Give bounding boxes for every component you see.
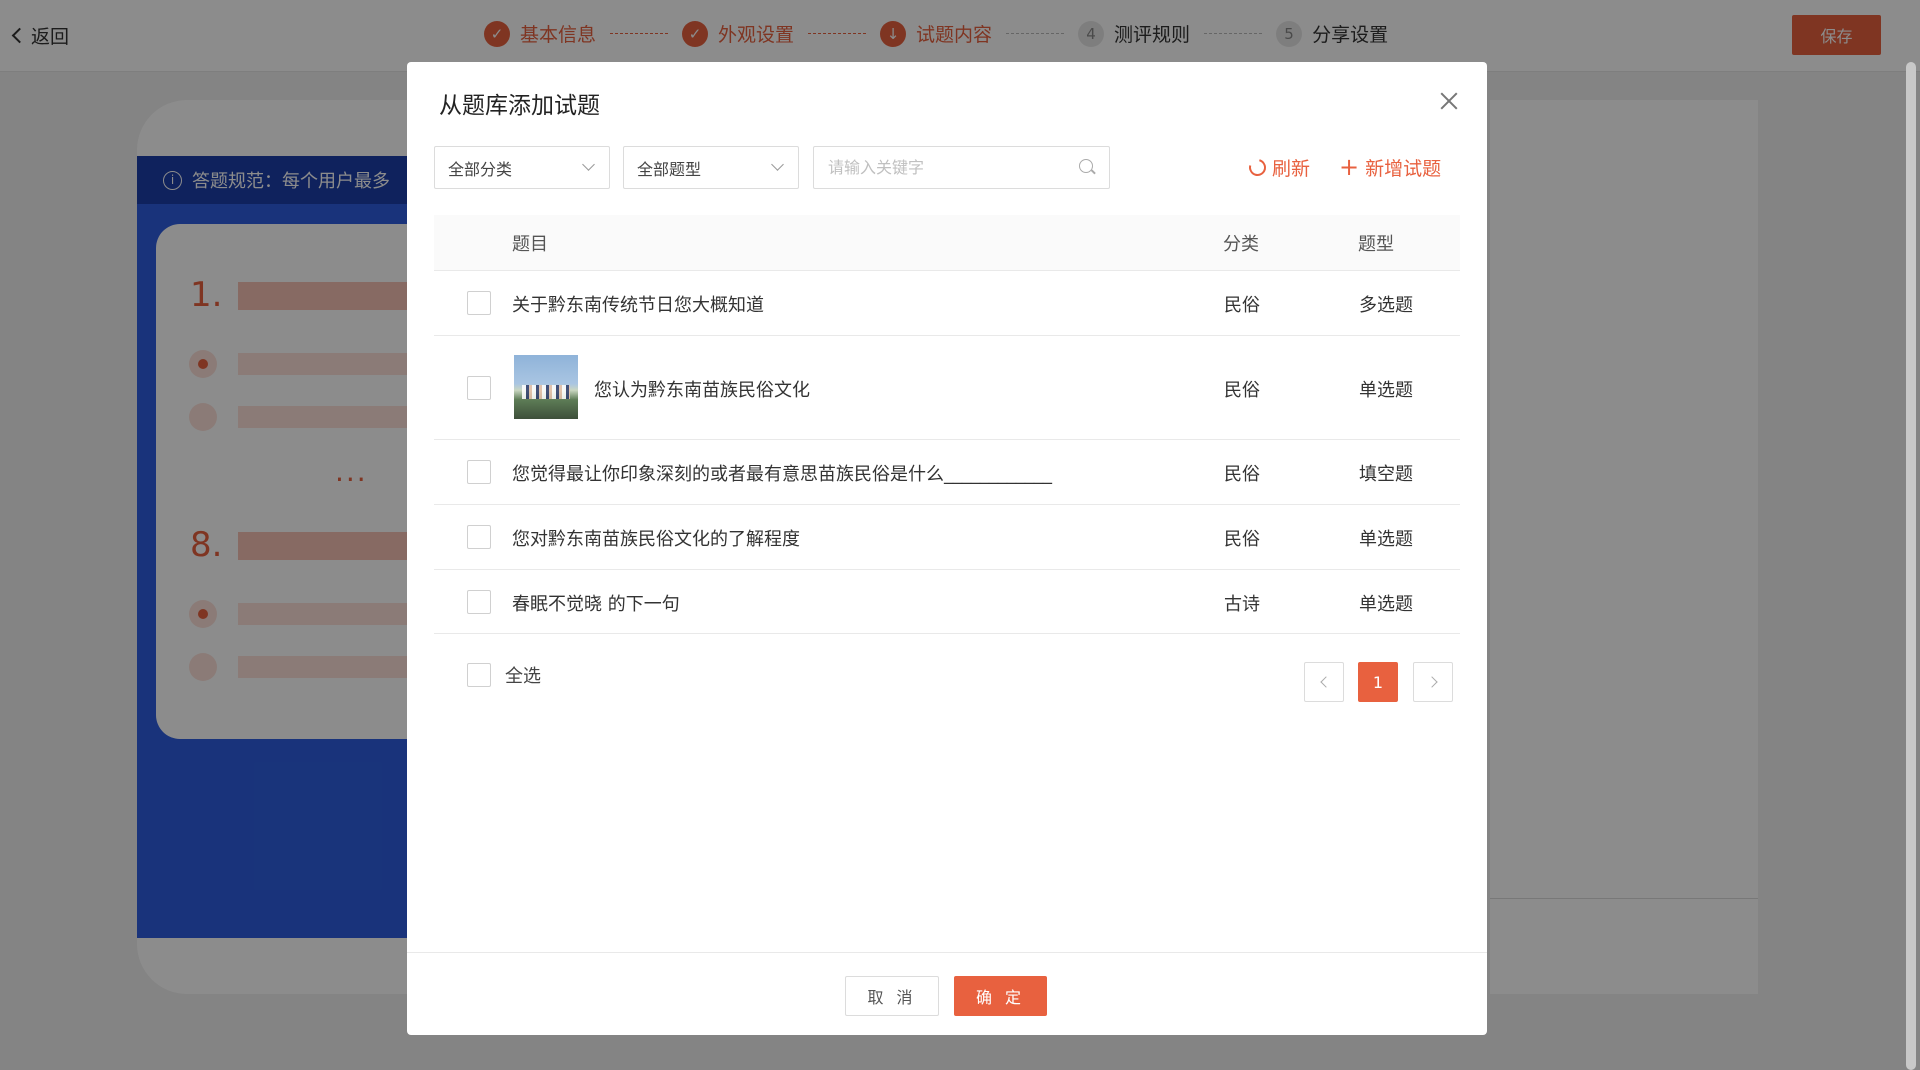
question-image (514, 355, 578, 419)
chevron-right-icon (1425, 676, 1438, 688)
question-title: 关于黔东南传统节日您大概知道 (512, 295, 764, 316)
table-row[interactable]: 关于黔东南传统节日您大概知道 民俗 多选题 (434, 271, 1460, 336)
chevron-left-icon (1319, 676, 1332, 688)
row-checkbox[interactable] (467, 291, 491, 315)
cancel-button[interactable]: 取 消 (845, 976, 939, 1016)
page-number-button[interactable]: 1 (1358, 662, 1398, 702)
table-row[interactable]: 您对黔东南苗族民俗文化的了解程度 民俗 单选题 (434, 505, 1460, 570)
row-checkbox[interactable] (467, 460, 491, 484)
select-all[interactable]: 全选 (467, 662, 541, 688)
confirm-button[interactable]: 确 定 (954, 976, 1047, 1016)
table-row[interactable]: 您觉得最让你印象深刻的或者最有意思苗族民俗是什么____________ 民俗 … (434, 440, 1460, 505)
page-scrollbar[interactable] (1906, 62, 1916, 1070)
question-title: 您认为黔东南苗族民俗文化 (594, 380, 810, 401)
select-value: 全部题型 (637, 159, 702, 179)
header-title: 题目 (512, 234, 548, 255)
next-page-button[interactable] (1413, 662, 1453, 702)
table-row[interactable]: 春眠不觉晓 的下一句 古诗 单选题 (434, 570, 1460, 634)
add-label: 新增试题 (1365, 158, 1442, 180)
question-category: 民俗 (1224, 380, 1260, 401)
question-title: 您对黔东南苗族民俗文化的了解程度 (512, 529, 800, 550)
question-title: 您觉得最让你印象深刻的或者最有意思苗族民俗是什么____________ (512, 464, 1052, 485)
question-type: 单选题 (1359, 529, 1413, 550)
dialog-footer: 取 消 确 定 (407, 952, 1487, 1035)
question-type: 单选题 (1359, 594, 1413, 615)
search-input[interactable] (813, 146, 1110, 189)
question-title: 春眠不觉晓 的下一句 (512, 594, 680, 615)
question-category: 民俗 (1224, 529, 1260, 550)
add-question-button[interactable]: + 新增试题 (1339, 154, 1441, 181)
refresh-button[interactable]: 刷新 (1245, 154, 1311, 181)
dialog-title: 从题库添加试题 (439, 93, 600, 119)
refresh-label: 刷新 (1272, 158, 1311, 180)
select-value: 全部分类 (448, 159, 513, 179)
row-checkbox[interactable] (467, 590, 491, 614)
chevron-down-icon (582, 158, 595, 171)
add-question-dialog: 从题库添加试题 全部分类 全部题型 刷新 + 新增试题 题目 分类 题型 关于黔… (407, 62, 1487, 1035)
prev-page-button[interactable] (1304, 662, 1344, 702)
question-type: 多选题 (1359, 295, 1413, 316)
close-icon[interactable] (1438, 90, 1460, 112)
question-table: 题目 分类 题型 关于黔东南传统节日您大概知道 民俗 多选题 您认为黔东南苗族民… (434, 215, 1460, 634)
chevron-down-icon (771, 158, 784, 171)
question-category: 民俗 (1224, 464, 1260, 485)
select-all-checkbox[interactable] (467, 663, 491, 687)
table-header: 题目 分类 题型 (434, 215, 1460, 271)
question-type: 单选题 (1359, 380, 1413, 401)
header-category: 分类 (1223, 234, 1259, 255)
row-checkbox[interactable] (467, 376, 491, 400)
refresh-icon (1245, 155, 1270, 180)
select-all-label: 全选 (505, 666, 541, 687)
type-select[interactable]: 全部题型 (623, 146, 799, 189)
table-row[interactable]: 您认为黔东南苗族民俗文化 民俗 单选题 (434, 336, 1460, 440)
question-type: 填空题 (1359, 464, 1413, 485)
row-checkbox[interactable] (467, 525, 491, 549)
header-type: 题型 (1358, 234, 1394, 255)
category-select[interactable]: 全部分类 (434, 146, 610, 189)
plus-icon: + (1339, 153, 1360, 181)
search-icon[interactable] (1079, 159, 1093, 173)
question-category: 古诗 (1224, 594, 1260, 615)
question-category: 民俗 (1224, 295, 1260, 316)
